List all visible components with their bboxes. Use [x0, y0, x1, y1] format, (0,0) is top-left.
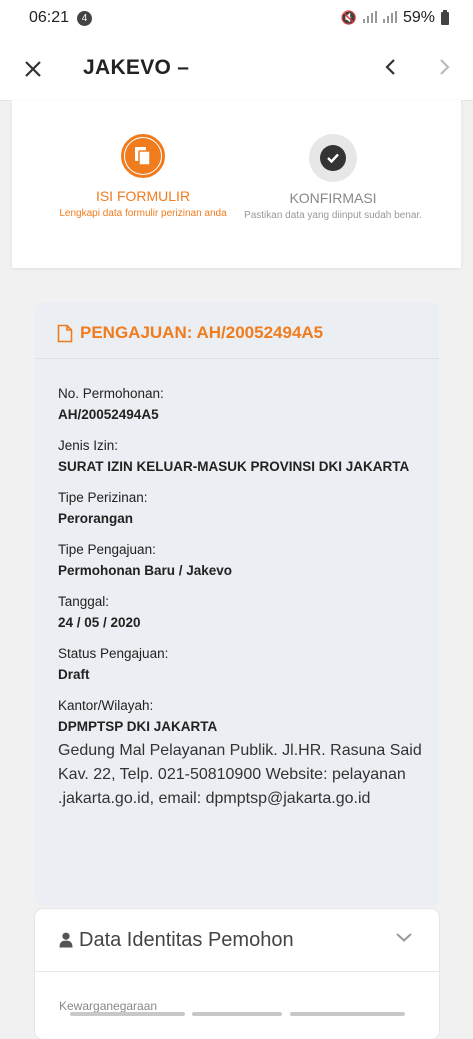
field-value: AH/20052494A5: [58, 407, 159, 422]
field-label: Tipe Pengajuan:: [58, 542, 156, 557]
identity-accordion-header[interactable]: Data Identitas Pemohon: [35, 909, 439, 972]
step-1-label: ISI FORMULIR: [95, 188, 191, 204]
field-tipe-perizinan: Tipe Perizinan: Perorangan: [58, 488, 428, 529]
detail-header: PENGAJUAN: AH/20052494A5: [35, 302, 439, 359]
field-no-permohonan: No. Permohonan: AH/20052494A5: [58, 384, 428, 425]
gesture-bar-center: [192, 1012, 282, 1016]
applicant-identity-card: Data Identitas Pemohon Kewarganegaraan: [35, 909, 439, 1039]
close-button[interactable]: [18, 54, 48, 84]
gesture-bar-left: [70, 1012, 185, 1016]
field-label: Tipe Perizinan:: [58, 490, 148, 505]
forward-button[interactable]: [430, 52, 458, 82]
gesture-bar-right: [290, 1012, 405, 1016]
document-icon: [135, 147, 151, 166]
field-kantor-wilayah: Kantor/Wilayah: DPMPTSP DKI JAKARTA Gedu…: [58, 696, 428, 811]
close-icon: [25, 61, 41, 77]
field-value: Permohonan Baru / Jakevo: [58, 563, 233, 578]
app-bar: JAKEVO –: [0, 38, 473, 101]
battery-icon: [441, 9, 449, 25]
step-isi-formulir[interactable]: ISI FORMULIR Lengkapi data formulir peri…: [48, 134, 238, 219]
submission-detail-card: PENGAJUAN: AH/20052494A5 No. Permohonan:…: [35, 302, 439, 906]
step-2-circle: [309, 134, 357, 182]
user-icon: [59, 932, 73, 948]
status-bar: 06:21 4 🔇 59%: [0, 0, 473, 38]
field-value: Draft: [58, 667, 90, 682]
field-label: Status Pengajuan:: [58, 646, 169, 661]
notification-badge: 4: [77, 11, 92, 26]
step-2-desc: Pastikan data yang diinput sudah benar.: [244, 210, 422, 221]
chevron-right-icon: [440, 59, 450, 75]
chevron-left-icon: [385, 59, 395, 75]
field-label: Jenis Izin:: [58, 438, 119, 453]
battery-percent: 59%: [402, 9, 435, 26]
field-status-pengajuan: Status Pengajuan: Draft: [58, 644, 428, 685]
signal-icon: [362, 10, 377, 26]
field-tipe-pengajuan: Tipe Pengajuan: Permohonan Baru / Jakevo: [58, 540, 428, 581]
detail-title: PENGAJUAN: AH/20052494A5: [80, 323, 324, 342]
status-time: 06:21: [29, 9, 70, 26]
step-2-label: KONFIRMASI: [289, 190, 377, 206]
progress-stepper: ISI FORMULIR Lengkapi data formulir peri…: [12, 100, 461, 268]
check-icon: [327, 153, 339, 164]
mute-icon: 🔇: [340, 10, 357, 25]
app-title: JAKEVO –: [83, 56, 190, 79]
office-address: Gedung Mal Pelayanan Publik. Jl.HR. Rasu…: [58, 742, 422, 807]
field-value: 24 / 05 / 2020: [58, 615, 141, 630]
field-label: Kantor/Wilayah:: [58, 698, 154, 713]
signal-2-icon: [382, 10, 397, 26]
field-value: Perorangan: [58, 511, 134, 526]
file-icon: [57, 324, 73, 343]
detail-fields: No. Permohonan: AH/20052494A5 Jenis Izin…: [58, 384, 428, 811]
field-label-kewarganegaraan: Kewarganegaraan: [59, 999, 158, 1013]
status-icons: 🔇 59%: [341, 9, 449, 27]
field-tanggal: Tanggal: 24 / 05 / 2020: [58, 592, 428, 633]
chevron-down-icon: [396, 933, 412, 942]
field-label: Tanggal:: [58, 594, 110, 609]
field-jenis-izin: Jenis Izin: SURAT IZIN KELUAR-MASUK PROV…: [58, 436, 428, 477]
field-value: SURAT IZIN KELUAR-MASUK PROVINSI DKI JAK…: [58, 459, 410, 474]
step-konfirmasi[interactable]: KONFIRMASI Pastikan data yang diinput su…: [234, 134, 432, 221]
step-1-circle: [121, 134, 165, 178]
identity-title: Data Identitas Pemohon: [79, 929, 294, 951]
step-1-desc: Lengkapi data formulir perizinan anda: [59, 208, 227, 219]
field-value: DPMPTSP DKI JAKARTA: [58, 719, 218, 734]
field-label: No. Permohonan:: [58, 386, 164, 401]
back-button[interactable]: [377, 52, 405, 82]
